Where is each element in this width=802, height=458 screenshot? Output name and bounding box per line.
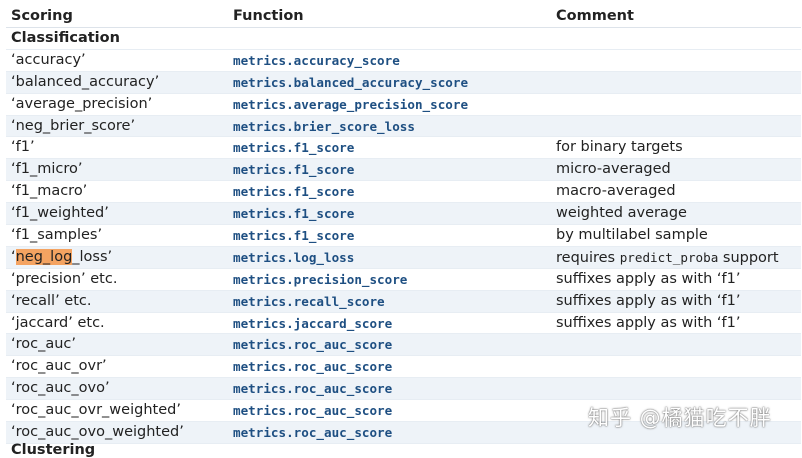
scoring-cell: ‘roc_auc’ [11, 336, 77, 353]
group-row-classification: Classification [6, 28, 801, 50]
scoring-cell: ‘f1_micro’ [11, 161, 83, 178]
scoring-cell: ‘roc_auc_ovo_weighted’ [11, 424, 184, 441]
scoring-cell: ‘roc_auc_ovr’ [11, 358, 107, 375]
function-link[interactable]: metrics.average_precision_score [233, 94, 468, 115]
table-row: ‘jaccard’ etc. metrics.jaccard_score suf… [6, 313, 801, 335]
scoring-cell: ‘neg_brier_score’ [11, 117, 136, 134]
scoring-cell: ‘f1_weighted’ [11, 205, 109, 222]
table-row: ‘f1_samples’ metrics.f1_score by multila… [6, 225, 801, 247]
table-row: ‘f1_weighted’ metrics.f1_score weighted … [6, 203, 801, 226]
comment-cell: suffixes apply as with ‘f1’ [556, 270, 741, 287]
comment-cell: weighted average [556, 205, 687, 222]
function-link[interactable]: metrics.log_loss [233, 247, 354, 268]
function-link[interactable]: metrics.roc_auc_score [233, 356, 392, 377]
function-link[interactable]: metrics.roc_auc_score [233, 422, 392, 443]
table-row: ‘average_precision’ metrics.average_prec… [6, 94, 801, 116]
table-header-row: Scoring Function Comment [6, 6, 801, 28]
table-row: ‘neg_log_loss’ metrics.log_loss requires… [6, 246, 801, 269]
watermark: 知乎 @橘猫吃不胖 [588, 406, 772, 430]
function-link[interactable]: metrics.balanced_accuracy_score [233, 72, 468, 93]
table-row: ‘precision’ etc. metrics.precision_score… [6, 269, 801, 291]
group-label: Classification [11, 30, 120, 46]
scoring-cell: ‘average_precision’ [11, 95, 153, 112]
function-link[interactable]: metrics.precision_score [233, 269, 407, 290]
scoring-cell: ‘accuracy’ [11, 51, 86, 68]
comment-prefix: requires [556, 249, 620, 266]
comment-cell: macro-averaged [556, 183, 676, 200]
comment-cell: micro-averaged [556, 161, 671, 178]
function-link[interactable]: metrics.f1_score [233, 159, 354, 180]
scoring-cell: ‘balanced_accuracy’ [11, 73, 160, 90]
function-link[interactable]: metrics.brier_score_loss [233, 116, 415, 137]
table-row: ‘balanced_accuracy’ metrics.balanced_acc… [6, 71, 801, 94]
header-scoring: Scoring [11, 8, 73, 24]
scoring-cell: ‘roc_auc_ovr_weighted’ [11, 402, 181, 419]
scoring-prefix: ‘ [11, 248, 16, 265]
function-link[interactable]: metrics.f1_score [233, 203, 354, 224]
group-label-clustering-cutoff: Clustering [11, 442, 96, 458]
function-link[interactable]: metrics.jaccard_score [233, 313, 392, 334]
scoring-table: Scoring Function Comment Classification … [6, 6, 801, 444]
table-row: ‘f1’ metrics.f1_score for binary targets [6, 137, 801, 160]
table-row: ‘roc_auc_ovr’ metrics.roc_auc_score [6, 356, 801, 379]
header-comment: Comment [556, 8, 634, 24]
scoring-cell: ‘neg_log_loss’ [11, 247, 112, 268]
comment-cell: for binary targets [556, 139, 683, 156]
function-link[interactable]: metrics.f1_score [233, 137, 354, 158]
scoring-cell: ‘recall’ etc. [11, 292, 92, 309]
table-row: ‘f1_micro’ metrics.f1_score micro-averag… [6, 159, 801, 182]
function-link[interactable]: metrics.roc_auc_score [233, 378, 392, 399]
function-link[interactable]: metrics.roc_auc_score [233, 400, 392, 421]
scoring-cell: ‘f1’ [11, 139, 35, 156]
scoring-cell: ‘jaccard’ etc. [11, 314, 105, 331]
function-link[interactable]: metrics.f1_score [233, 181, 354, 202]
table-row: ‘accuracy’ metrics.accuracy_score [6, 50, 801, 72]
comment-cell: suffixes apply as with ‘f1’ [556, 292, 741, 309]
table-row: ‘recall’ etc. metrics.recall_score suffi… [6, 290, 801, 313]
scoring-cell: ‘f1_samples’ [11, 227, 103, 244]
table-row: ‘neg_brier_score’ metrics.brier_score_lo… [6, 115, 801, 138]
table-row: ‘f1_macro’ metrics.f1_score macro-averag… [6, 181, 801, 204]
comment-code: predict_proba [619, 249, 719, 265]
scoring-cell: ‘f1_macro’ [11, 183, 88, 200]
function-link[interactable]: metrics.recall_score [233, 291, 385, 312]
scoring-suffix: _loss’ [72, 248, 113, 265]
comment-cell: by multilabel sample [556, 227, 708, 244]
scoring-cell: ‘precision’ etc. [11, 270, 118, 287]
comment-suffix: support [718, 249, 779, 266]
comment-cell: suffixes apply as with ‘f1’ [556, 314, 741, 331]
scoring-cell: ‘roc_auc_ovo’ [11, 380, 110, 397]
function-link[interactable]: metrics.roc_auc_score [233, 334, 392, 355]
function-link[interactable]: metrics.f1_score [233, 225, 354, 246]
table-row: ‘roc_auc’ metrics.roc_auc_score [6, 334, 801, 357]
comment-cell: requires predict_proba support [556, 247, 779, 269]
table-row: ‘roc_auc_ovo’ metrics.roc_auc_score [6, 378, 801, 401]
header-function: Function [233, 8, 304, 24]
function-link[interactable]: metrics.accuracy_score [233, 50, 400, 71]
highlighted-text: neg_log [15, 248, 73, 265]
